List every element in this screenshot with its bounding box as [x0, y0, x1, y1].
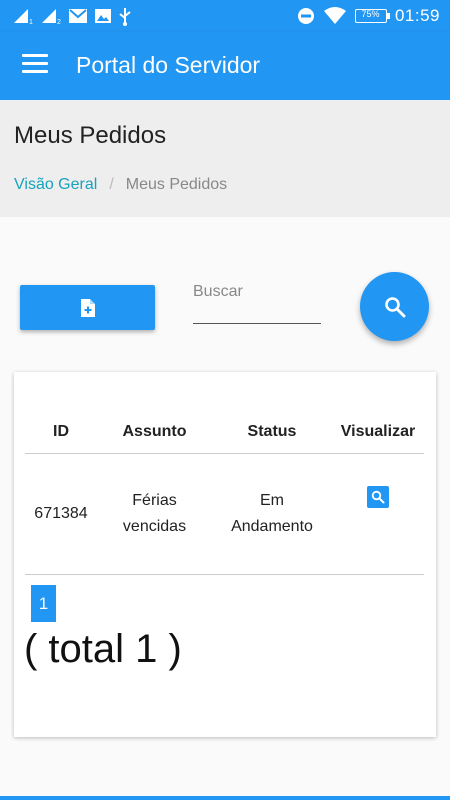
- usb-icon: [119, 8, 131, 26]
- status-bar-left: 1 2: [12, 6, 132, 26]
- cell-assunto-line-2: vencidas: [122, 518, 187, 535]
- bottom-accent-line: [0, 796, 450, 800]
- battery-level: 75%: [361, 9, 380, 19]
- breadcrumb-separator: /: [109, 176, 114, 193]
- cell-assunto-line-1: Férias: [132, 492, 177, 509]
- hamburger-menu-icon[interactable]: [22, 54, 48, 76]
- status-bar: 1 2 75% 01:59: [0, 0, 450, 32]
- search-button[interactable]: [360, 272, 429, 341]
- do-not-disturb-icon: [297, 8, 314, 24]
- cell-status-line-1: Em: [260, 492, 284, 509]
- pagination-page-button[interactable]: 1: [31, 585, 56, 622]
- column-header-status: Status: [212, 410, 332, 454]
- search-icon: [384, 296, 405, 317]
- gmail-icon: [69, 9, 87, 23]
- breadcrumb-item-current: Meus Pedidos: [125, 176, 228, 193]
- page-title: Meus Pedidos: [14, 122, 167, 149]
- cell-id: 671384: [25, 453, 97, 575]
- requests-table: ID Assunto Status Visualizar 671384 Féri…: [25, 410, 424, 575]
- column-header-visualizar: Visualizar: [332, 410, 424, 454]
- requests-card: ID Assunto Status Visualizar 671384 Féri…: [14, 372, 436, 737]
- search-field: [193, 280, 321, 325]
- new-request-button[interactable]: [20, 285, 155, 330]
- breadcrumb: Visão Geral / Meus Pedidos: [14, 176, 227, 194]
- search-input[interactable]: [193, 280, 321, 324]
- table-header-row: ID Assunto Status Visualizar: [25, 410, 424, 454]
- page-header: Meus Pedidos Visão Geral / Meus Pedidos: [0, 100, 450, 217]
- signal-2-icon: 2: [42, 9, 61, 25]
- app-bar: Portal do Servidor: [0, 32, 450, 100]
- wifi-icon: [323, 7, 346, 24]
- cell-status: Em Andamento: [212, 453, 332, 575]
- svg-text:2: 2: [57, 19, 61, 25]
- cell-assunto: Férias vencidas: [97, 453, 212, 575]
- image-icon: [95, 9, 111, 23]
- pagination-total: ( total 1 ): [24, 627, 182, 671]
- table-row: 671384 Férias vencidas Em Andamento: [25, 453, 424, 575]
- view-request-button[interactable]: [367, 485, 389, 508]
- signal-1-icon: 1: [14, 9, 33, 25]
- column-header-id: ID: [25, 410, 97, 454]
- status-bar-right: 75% 01:59: [297, 4, 440, 28]
- svg-text:1: 1: [29, 19, 33, 25]
- cell-visualizar: [332, 453, 424, 575]
- column-header-assunto: Assunto: [97, 410, 212, 454]
- search-icon: [371, 490, 385, 504]
- breadcrumb-item-visao-geral[interactable]: Visão Geral: [14, 176, 97, 194]
- app-title: Portal do Servidor: [76, 52, 261, 78]
- status-time: 01:59: [394, 6, 440, 25]
- cell-status-line-2: Andamento: [231, 518, 313, 535]
- battery-icon: 75%: [354, 9, 390, 23]
- new-document-icon: [80, 298, 95, 317]
